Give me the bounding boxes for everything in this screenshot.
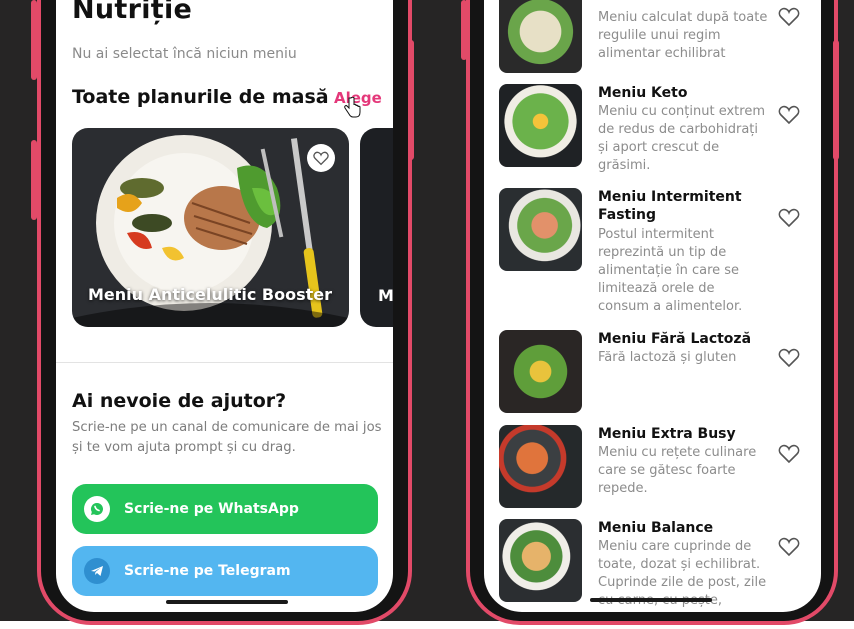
whatsapp-button[interactable]: Scrie-ne pe WhatsApp — [72, 484, 378, 534]
page-title: Nutriție — [72, 0, 193, 25]
meal-plan-card-next[interactable]: M — [360, 128, 393, 327]
menu-thumbnail — [499, 519, 582, 602]
whatsapp-icon — [84, 496, 110, 522]
home-indicator — [590, 598, 712, 602]
no-menu-text: Nu ai selectat încă niciun meniu — [72, 46, 297, 62]
heart-outline-icon[interactable] — [778, 537, 800, 557]
whatsapp-button-label: Scrie-ne pe WhatsApp — [124, 501, 299, 517]
menu-title: Meniu Keto — [598, 85, 688, 101]
meal-plan-card[interactable]: Meniu Anticelulitic Booster — [72, 128, 349, 327]
phone-side-button — [833, 40, 839, 160]
menu-description: Fără lactoză și gluten — [598, 350, 737, 365]
menu-thumbnail — [499, 425, 582, 508]
heart-outline-icon[interactable] — [778, 7, 800, 27]
heart-outline-icon — [313, 151, 329, 165]
heart-outline-icon[interactable] — [778, 105, 800, 125]
favorite-button[interactable] — [307, 144, 335, 172]
home-indicator — [166, 600, 288, 604]
heart-outline-icon[interactable] — [778, 444, 800, 464]
menu-description: Meniu calculat după toate regulile unui … — [598, 10, 768, 61]
menu-list-item[interactable]: Meniu Fără Lactoză Fără lactoză și glute… — [499, 330, 819, 413]
card-title: Meniu Anticelulitic Booster — [88, 285, 332, 304]
menu-title: Meniu Balance — [598, 520, 714, 536]
menu-thumbnail — [499, 330, 582, 413]
heart-outline-icon[interactable] — [778, 348, 800, 368]
app-screen-right: Meniu calculat după toate regulile unui … — [484, 0, 821, 612]
telegram-icon — [84, 558, 110, 584]
menu-thumbnail — [499, 188, 582, 271]
menu-title: Meniu Extra Busy — [598, 426, 736, 442]
telegram-button[interactable]: Scrie-ne pe Telegram — [72, 546, 378, 596]
help-text: Scrie-ne pe un canal de comunicare de ma… — [72, 420, 382, 455]
menu-list-item[interactable]: Meniu Intermitent Fasting Postul intermi… — [499, 188, 819, 318]
phone-side-button — [408, 40, 414, 160]
menu-description: Postul intermitent reprezintă un tip de … — [598, 227, 743, 314]
help-title: Ai nevoie de ajutor? — [72, 390, 287, 412]
card-title: M — [378, 286, 393, 305]
menu-title: Meniu Intermitent Fasting — [598, 189, 742, 223]
menu-list-item[interactable]: Meniu Keto Meniu cu conținut extrem de r… — [499, 84, 819, 184]
phone-side-button — [31, 0, 37, 80]
menu-description: Meniu cu rețete culinare care se gătesc … — [598, 445, 757, 496]
heart-outline-icon[interactable] — [778, 208, 800, 228]
telegram-button-label: Scrie-ne pe Telegram — [124, 563, 291, 579]
phone-side-button — [461, 0, 467, 60]
menu-thumbnail — [499, 0, 582, 73]
menu-description: Meniu cu conținut extrem de redus de car… — [598, 104, 765, 173]
plans-section-title: Toate planurile de masă — [72, 86, 329, 108]
phone-side-button — [31, 140, 37, 220]
app-screen-left: Nutriție Nu ai selectat încă niciun meni… — [56, 0, 393, 612]
menu-list-item[interactable]: Meniu calculat după toate regulile unui … — [499, 0, 819, 73]
section-divider — [56, 362, 393, 363]
menu-list-item[interactable]: Meniu Extra Busy Meniu cu rețete culinar… — [499, 425, 819, 508]
hand-cursor-icon — [344, 97, 361, 118]
menu-thumbnail — [499, 84, 582, 167]
menu-title: Meniu Fără Lactoză — [598, 331, 752, 347]
